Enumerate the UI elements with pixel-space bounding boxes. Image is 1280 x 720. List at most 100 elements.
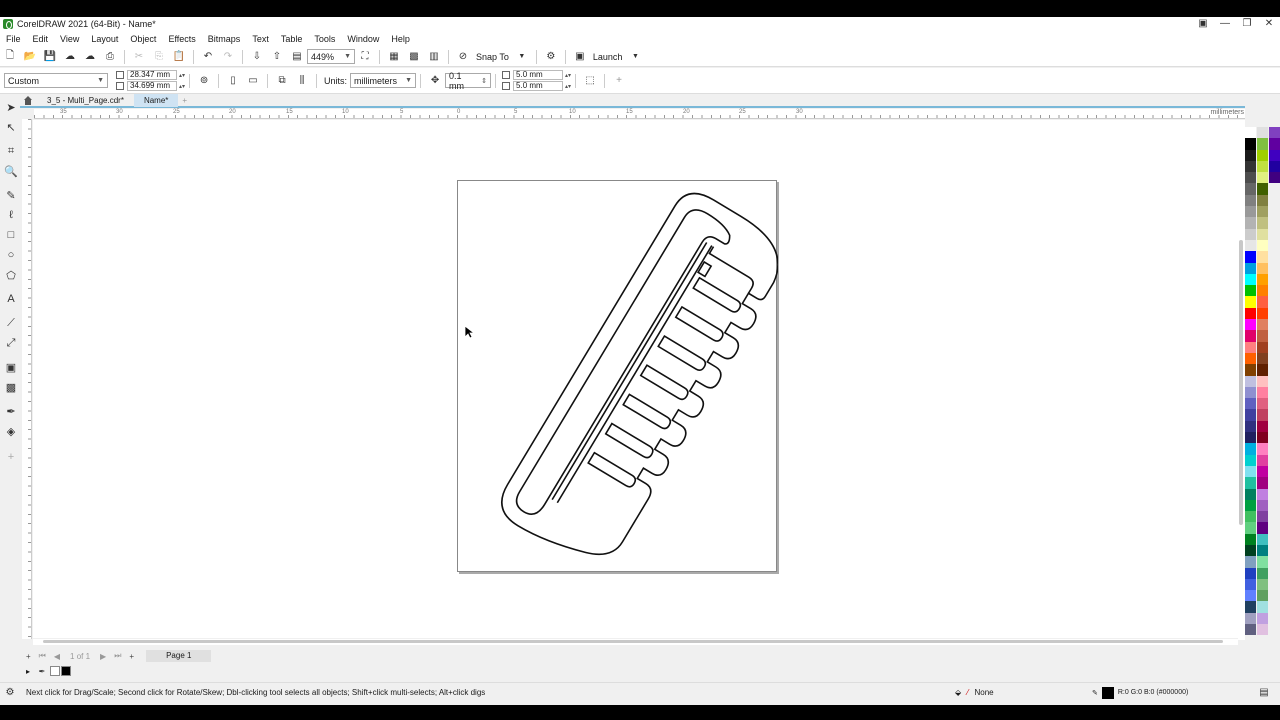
color-swatch[interactable] — [1257, 296, 1268, 308]
scroll-thumb[interactable] — [43, 640, 1223, 643]
color-swatch[interactable] — [1257, 386, 1268, 399]
color-swatch[interactable] — [1257, 149, 1268, 161]
horizontal-ruler[interactable]: 35 30 25 20 15 10 5 0 5 10 15 20 25 30 — [34, 109, 1245, 119]
all-pages-icon[interactable]: ⊚ — [196, 73, 212, 89]
shape-tool-icon[interactable]: ↖ — [3, 119, 19, 135]
copy-icon[interactable]: ⎘ — [151, 49, 167, 65]
color-swatch[interactable] — [1257, 567, 1268, 579]
color-swatch[interactable] — [1257, 477, 1268, 489]
color-swatch[interactable] — [1245, 432, 1256, 444]
undo-icon[interactable]: ↶ — [200, 49, 216, 65]
color-swatch[interactable] — [1257, 499, 1268, 512]
color-swatch[interactable] — [1245, 228, 1256, 240]
color-swatch[interactable] — [1245, 273, 1256, 286]
color-swatch[interactable] — [1257, 273, 1268, 286]
settings-gear-icon[interactable]: ⚙ — [2, 685, 18, 701]
menu-tools[interactable]: Tools — [308, 34, 341, 44]
export-pdf-icon[interactable]: ▤ — [289, 49, 305, 65]
vertical-ruler[interactable] — [22, 119, 32, 639]
color-swatch[interactable] — [1257, 488, 1268, 500]
color-swatch[interactable] — [1245, 262, 1256, 274]
menu-view[interactable]: View — [54, 34, 85, 44]
options-gear-icon[interactable]: ⚙ — [543, 49, 559, 65]
color-swatch[interactable] — [1257, 544, 1268, 557]
next-page-icon[interactable]: ▶ — [96, 652, 110, 661]
color-swatch[interactable] — [1257, 172, 1268, 184]
color-swatch[interactable] — [1257, 522, 1268, 534]
color-swatch[interactable] — [1257, 556, 1268, 568]
transparency-tool-icon[interactable]: ▩ — [3, 379, 19, 395]
cut-icon[interactable]: ✂ — [131, 49, 147, 65]
color-swatch[interactable] — [1257, 183, 1268, 195]
show-rulers-icon[interactable]: ▦ — [386, 49, 402, 65]
color-swatch[interactable] — [1245, 251, 1256, 263]
color-swatch[interactable] — [1245, 206, 1256, 218]
color-swatch[interactable] — [1257, 590, 1268, 602]
color-swatch[interactable] — [1245, 285, 1256, 297]
color-swatch[interactable] — [1257, 341, 1268, 353]
color-swatch[interactable] — [1245, 556, 1256, 568]
color-styles-icon[interactable]: ▤ — [1256, 685, 1272, 701]
color-swatch[interactable] — [1257, 138, 1268, 150]
menu-table[interactable]: Table — [275, 34, 309, 44]
color-swatch[interactable] — [1245, 522, 1256, 534]
cloud-save-icon[interactable]: ☁ — [82, 49, 98, 65]
add-icon[interactable]: + — [611, 73, 627, 89]
new-document-icon[interactable]: 🗋 — [2, 49, 18, 65]
add-tool-icon[interactable]: + — [3, 449, 19, 465]
color-swatch[interactable] — [1245, 590, 1256, 602]
color-swatch[interactable] — [1257, 432, 1268, 444]
color-swatch[interactable] — [1245, 149, 1256, 161]
menu-window[interactable]: Window — [341, 34, 385, 44]
color-swatch[interactable] — [1245, 443, 1256, 455]
color-swatch[interactable] — [1269, 127, 1280, 139]
color-swatch[interactable] — [1269, 149, 1280, 161]
color-swatch[interactable] — [1245, 172, 1256, 184]
show-grid-icon[interactable]: ▩ — [406, 49, 422, 65]
color-swatch[interactable] — [1245, 477, 1256, 489]
color-swatch[interactable] — [1245, 420, 1256, 433]
color-swatch[interactable] — [1245, 578, 1256, 591]
units-combo[interactable]: millimeters ▼ — [350, 73, 417, 88]
landscape-icon[interactable]: ▭ — [245, 73, 261, 89]
color-swatch[interactable] — [1257, 251, 1268, 263]
color-swatch[interactable] — [1257, 443, 1268, 455]
cloud-open-icon[interactable]: ☁ — [62, 49, 78, 65]
dup-y-spinner[interactable]: ▴▾ — [565, 83, 571, 90]
width-spinner[interactable]: ▴▾ — [179, 72, 185, 79]
add-page-after-icon[interactable]: + — [125, 652, 138, 661]
paste-icon[interactable]: 📋 — [171, 49, 187, 65]
chevron-down-icon[interactable]: ▼ — [514, 49, 530, 65]
eyedropper-tool-icon[interactable]: ✒ — [3, 403, 19, 419]
color-swatch[interactable] — [1257, 239, 1268, 252]
color-swatch[interactable] — [1245, 194, 1256, 207]
prev-page-icon[interactable]: ◀ — [50, 652, 64, 661]
color-swatch[interactable] — [1245, 138, 1256, 150]
color-swatch[interactable] — [1257, 160, 1268, 173]
color-swatch[interactable] — [1257, 624, 1268, 636]
zoom-level-combo[interactable]: 449% ▼ — [307, 49, 355, 64]
color-swatch[interactable] — [1245, 239, 1256, 252]
page-size-preset-combo[interactable]: Custom ▼ — [4, 73, 108, 88]
color-swatch[interactable] — [1245, 612, 1256, 625]
color-swatch[interactable] — [1245, 183, 1256, 195]
color-swatch[interactable] — [1257, 127, 1268, 139]
color-swatch[interactable] — [1257, 262, 1268, 274]
open-icon[interactable]: 📂 — [22, 49, 38, 65]
show-guidelines-icon[interactable]: ▥ — [426, 49, 442, 65]
connector-tool-icon[interactable]: ⤢ — [3, 335, 19, 351]
chevron-down-icon[interactable]: ▼ — [627, 49, 643, 65]
color-swatch[interactable] — [1257, 601, 1268, 613]
black-swatch[interactable] — [61, 666, 72, 676]
color-swatch[interactable] — [1245, 544, 1256, 557]
tab-multi-page[interactable]: 3_5 - Multi_Page.cdr* — [37, 94, 134, 107]
portrait-icon[interactable]: ▯ — [225, 73, 241, 89]
tab-name[interactable]: Name* — [133, 94, 179, 107]
last-page-icon[interactable]: ⏭ — [110, 651, 125, 661]
snap-to-dropdown[interactable]: Snap To — [473, 52, 512, 62]
menu-effects[interactable]: Effects — [162, 34, 201, 44]
color-swatch[interactable] — [1245, 409, 1256, 421]
color-swatch[interactable] — [1245, 624, 1256, 636]
text-tool-icon[interactable]: A — [3, 291, 19, 307]
color-swatch[interactable] — [1257, 228, 1268, 240]
